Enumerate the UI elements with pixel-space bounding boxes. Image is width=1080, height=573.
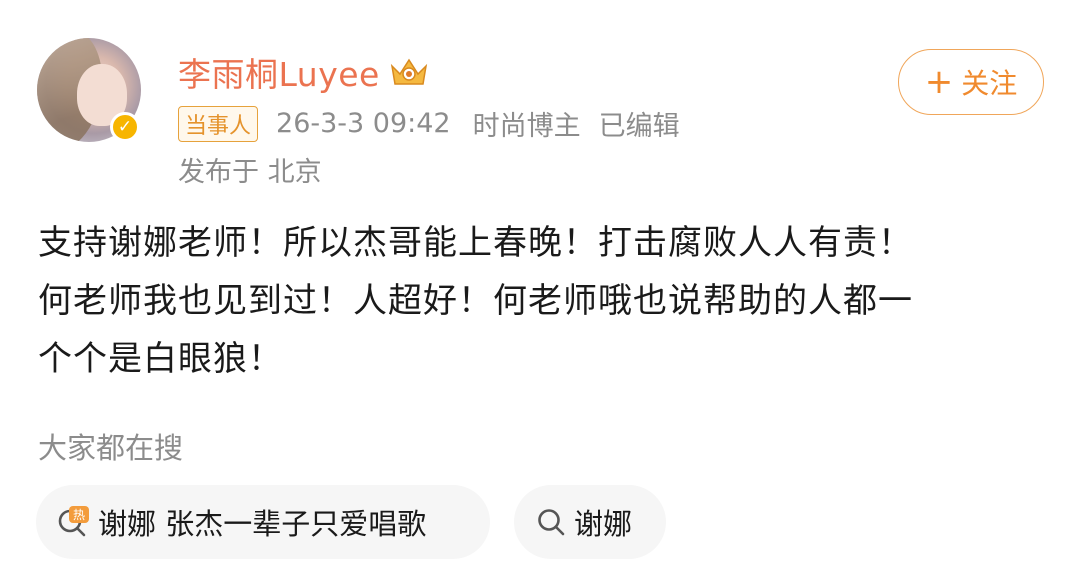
plus-icon: + bbox=[924, 62, 954, 102]
post-location: 发布于 北京 bbox=[178, 157, 322, 188]
vip-crown-icon bbox=[388, 56, 430, 88]
trending-search-title: 大家都在搜 bbox=[38, 431, 184, 465]
author-role: 时尚博主 bbox=[472, 111, 581, 142]
post-content: 支持谢娜老师！所以杰哥能上春晚！打击腐败人人有责！ 何老师我也见到过！人超好！何… bbox=[38, 214, 1048, 388]
post-content-line: 何老师我也见到过！人超好！何老师哦也说帮助的人都一 bbox=[38, 281, 913, 321]
post-content-line: 支持谢娜老师！所以杰哥能上春晚！打击腐败人人有责！ bbox=[38, 223, 913, 263]
follow-button[interactable]: + 关注 bbox=[898, 49, 1044, 115]
post-meta: 当事人 26-3-3 09:42 时尚博主 已编辑 bbox=[178, 104, 680, 143]
search-chip[interactable]: 谢娜 bbox=[514, 485, 666, 559]
author-row: 李雨桐Luyee bbox=[178, 48, 430, 96]
follow-label: 关注 bbox=[961, 67, 1018, 100]
search-icon bbox=[536, 507, 566, 537]
post-content-line: 个个是白眼狼！ bbox=[38, 339, 283, 379]
edited-label: 已编辑 bbox=[598, 111, 680, 142]
search-chip-label: 谢娜 张杰一辈子只爱唱歌 bbox=[98, 507, 427, 541]
author-name[interactable]: 李雨桐Luyee bbox=[178, 48, 380, 96]
svg-text:热: 热 bbox=[73, 508, 85, 522]
post-timestamp: 26-3-3 09:42 bbox=[276, 108, 451, 139]
status-badge: 当事人 bbox=[178, 105, 259, 142]
hot-search-icon: 热 bbox=[56, 505, 90, 539]
search-chip-label: 谢娜 bbox=[574, 507, 633, 541]
verified-badge-icon: ✓ bbox=[110, 112, 140, 142]
search-chip[interactable]: 热 谢娜 张杰一辈子只爱唱歌 bbox=[36, 485, 490, 559]
